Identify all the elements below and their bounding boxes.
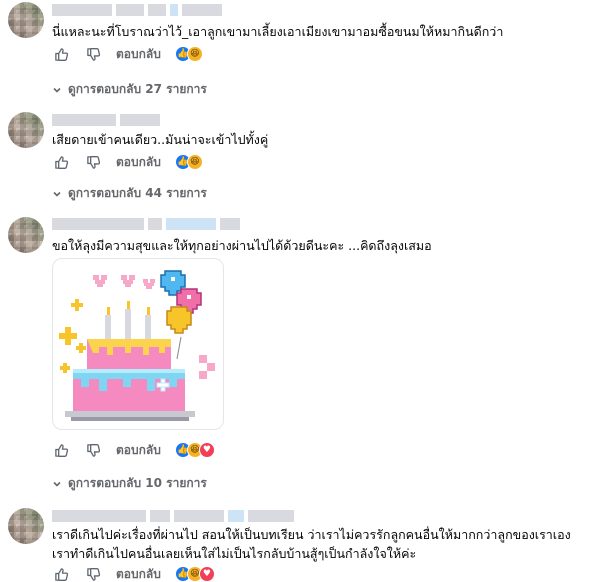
avatar[interactable] bbox=[8, 217, 44, 253]
view-replies-link[interactable]: ดูการตอบกลับ 27 รายการ bbox=[52, 80, 207, 99]
comment-text: ขอให้ลุงมีความสุขและให้ทุกอย่างผ่านไปได้… bbox=[52, 238, 432, 253]
comment-text-line-1: เราดีเกินไปค่ะเรื่องที่ผ่านไป สอนให้เป็น… bbox=[52, 527, 571, 542]
view-replies-label: ดูการตอบกลับ 10 รายการ bbox=[68, 476, 207, 490]
comment-actions: ตอบกลับ 👍 😆 ♥ bbox=[52, 564, 215, 582]
haha-icon: 😆 bbox=[186, 46, 203, 62]
view-replies-label: ดูการตอบกลับ 27 รายการ bbox=[68, 82, 207, 96]
commenter-name[interactable] bbox=[52, 4, 222, 16]
reaction-summary[interactable]: 👍 😆 bbox=[174, 154, 203, 170]
thumbs-up-icon[interactable] bbox=[52, 45, 70, 63]
thumbs-down-icon[interactable] bbox=[84, 153, 102, 171]
comment-text: เสียดายเข้าคนเดียว..มันน่าจะเข้าไปทั้งคู… bbox=[52, 132, 269, 147]
chevron-down-icon bbox=[53, 87, 61, 93]
reaction-summary[interactable]: 👍 😆 ♥ bbox=[174, 442, 215, 458]
thumbs-down-icon[interactable] bbox=[84, 45, 102, 63]
comment-actions: ตอบกลับ 👍 😆 bbox=[52, 152, 203, 172]
thumbs-down-icon[interactable] bbox=[84, 441, 102, 459]
comment-text-line-2: เราทำดีเกินไปคนอื่นเลยเห็นใส่ไม่เป็นไรกล… bbox=[52, 546, 417, 561]
avatar[interactable] bbox=[8, 2, 44, 38]
comment-actions: ตอบกลับ 👍 😆 ♥ bbox=[52, 440, 215, 460]
reaction-summary[interactable]: 👍 😆 bbox=[174, 46, 203, 62]
chevron-down-icon bbox=[53, 191, 61, 197]
commenter-name[interactable] bbox=[52, 218, 240, 230]
thumbs-up-icon[interactable] bbox=[52, 441, 70, 459]
avatar[interactable] bbox=[8, 112, 44, 148]
reaction-summary[interactable]: 👍 😆 ♥ bbox=[174, 566, 215, 582]
reply-button[interactable]: ตอบกลับ bbox=[116, 565, 161, 582]
comment-actions: ตอบกลับ 👍 😆 bbox=[52, 44, 203, 64]
reply-button[interactable]: ตอบกลับ bbox=[116, 45, 161, 64]
view-replies-label: ดูการตอบกลับ 44 รายการ bbox=[68, 186, 207, 200]
commenter-name[interactable] bbox=[52, 114, 160, 126]
avatar[interactable] bbox=[8, 508, 44, 544]
comment-text: นี่แหละนะที่โบราณว่าไว้_เอาลูกเขามาเลี้ย… bbox=[52, 24, 504, 39]
reply-button[interactable]: ตอบกลับ bbox=[116, 153, 161, 172]
birthday-cake-sticker[interactable] bbox=[52, 258, 224, 430]
commenter-name[interactable] bbox=[52, 510, 294, 522]
cake-sticker-image bbox=[59, 270, 215, 421]
reply-button[interactable]: ตอบกลับ bbox=[116, 441, 161, 460]
love-icon: ♥ bbox=[198, 566, 215, 582]
chevron-down-icon bbox=[53, 481, 61, 487]
thumbs-down-icon[interactable] bbox=[84, 565, 102, 582]
thumbs-up-icon[interactable] bbox=[52, 153, 70, 171]
haha-icon: 😆 bbox=[186, 154, 203, 170]
view-replies-link[interactable]: ดูการตอบกลับ 44 รายการ bbox=[52, 184, 207, 203]
view-replies-link[interactable]: ดูการตอบกลับ 10 รายการ bbox=[52, 474, 207, 493]
love-icon: ♥ bbox=[198, 442, 215, 458]
thumbs-up-icon[interactable] bbox=[52, 565, 70, 582]
